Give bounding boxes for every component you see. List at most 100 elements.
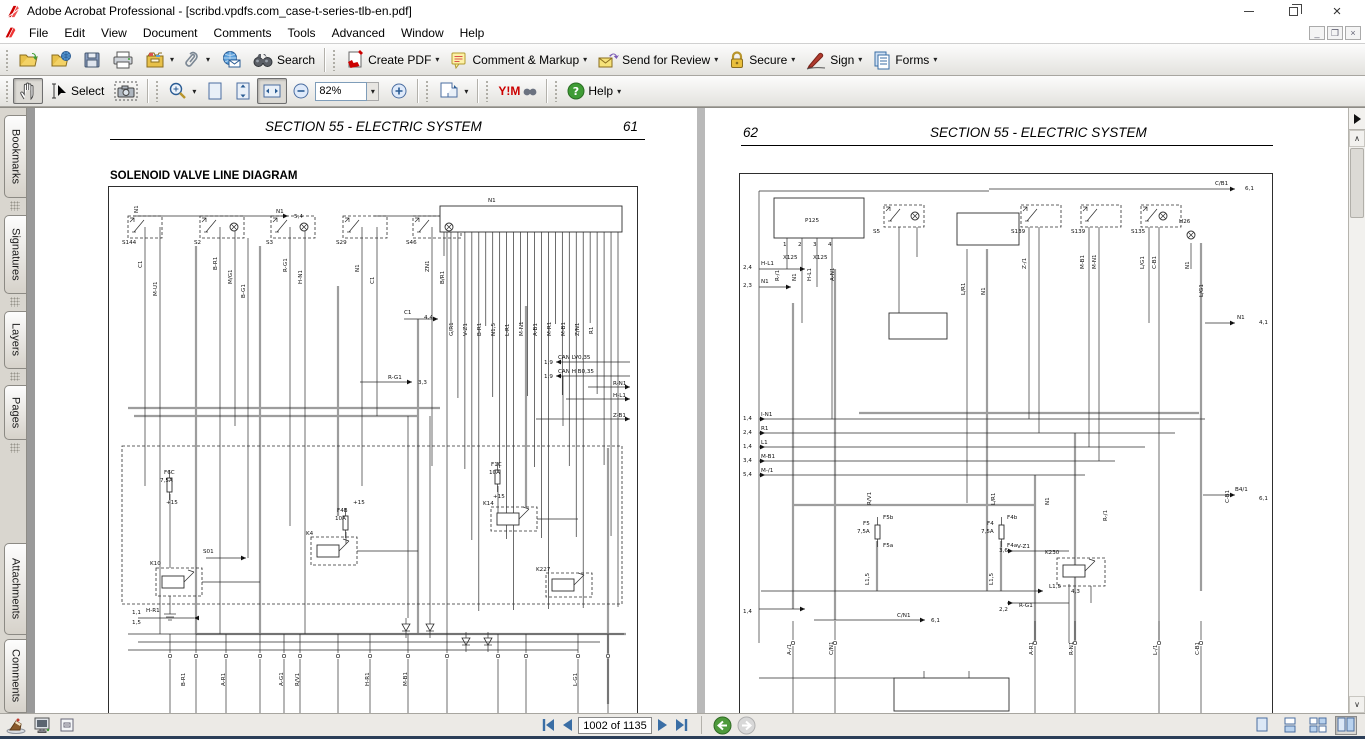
svg-text:K227: K227 bbox=[536, 567, 551, 573]
menu-item-edit[interactable]: Edit bbox=[56, 23, 93, 43]
monitor-icon[interactable] bbox=[32, 716, 52, 734]
comment-markup-icon bbox=[449, 50, 469, 70]
svg-text:4,3: 4,3 bbox=[1071, 589, 1080, 595]
single-page-layout-button[interactable] bbox=[1251, 716, 1273, 735]
minimize-button[interactable] bbox=[1227, 0, 1271, 22]
scroll-thumb[interactable] bbox=[1350, 148, 1364, 218]
restore-button[interactable] bbox=[1271, 0, 1315, 22]
tab-grip[interactable] bbox=[10, 372, 20, 382]
select-tool-button[interactable]: Select bbox=[43, 78, 109, 104]
attach-button[interactable]: ▾ bbox=[179, 47, 215, 73]
zoom-out-button[interactable] bbox=[287, 78, 315, 104]
svg-text:B-R1: B-R1 bbox=[477, 322, 483, 336]
sidebar-tab-bookmarks[interactable]: Bookmarks bbox=[4, 115, 26, 198]
menu-item-window[interactable]: Window bbox=[393, 23, 452, 43]
panel-toggle-button[interactable] bbox=[1349, 108, 1365, 130]
search-button[interactable]: Search bbox=[247, 47, 320, 73]
sign-button[interactable]: Sign▾ bbox=[800, 47, 867, 73]
scroll-down-button[interactable]: ∨ bbox=[1349, 696, 1365, 713]
svg-text:M-/1: M-/1 bbox=[761, 468, 774, 474]
previous-page-button[interactable] bbox=[561, 718, 573, 732]
menu-item-comments[interactable]: Comments bbox=[206, 23, 280, 43]
print-button[interactable] bbox=[107, 47, 139, 73]
sidebar-tab-label: Comments bbox=[10, 643, 22, 708]
next-page-button[interactable] bbox=[657, 718, 669, 732]
secure-button[interactable]: Secure▾ bbox=[723, 47, 800, 73]
svg-text:F4: F4 bbox=[987, 521, 994, 527]
page-number-field[interactable] bbox=[578, 717, 652, 734]
tab-grip[interactable] bbox=[10, 443, 20, 453]
yahoo-search-button[interactable]: Y!M bbox=[493, 78, 542, 104]
toolbar-grip[interactable] bbox=[5, 80, 10, 102]
sidebar-tab-label: Signatures bbox=[10, 222, 22, 287]
toolbar-grip[interactable] bbox=[485, 80, 490, 102]
first-page-button[interactable] bbox=[540, 718, 556, 732]
title-bar: Adobe Acrobat Professional - [scribd.vpd… bbox=[0, 0, 1365, 22]
tab-grip[interactable] bbox=[10, 201, 20, 211]
send-review-button[interactable]: Send for Review▾ bbox=[592, 47, 723, 73]
toolbar-grip[interactable] bbox=[332, 49, 337, 71]
menu-item-document[interactable]: Document bbox=[135, 23, 206, 43]
sidebar-tab-attachments[interactable]: Attachments bbox=[4, 543, 26, 635]
zoom-tool-button[interactable]: ▾ bbox=[163, 78, 201, 104]
sidebar-tab-pages[interactable]: Pages bbox=[4, 385, 26, 439]
page-size-icon[interactable] bbox=[58, 716, 76, 734]
toolbar-grip[interactable] bbox=[155, 80, 160, 102]
actual-size-button[interactable] bbox=[201, 78, 229, 104]
toolbar-grip[interactable] bbox=[554, 80, 559, 102]
organizer-button[interactable]: ▾ bbox=[139, 47, 179, 73]
facing-layout-button[interactable] bbox=[1335, 716, 1357, 735]
last-page-button[interactable] bbox=[674, 718, 690, 732]
fit-height-button[interactable] bbox=[229, 78, 257, 104]
document-view[interactable]: SECTION 55 - ELECTRIC SYSTEM 61 SOLENOID… bbox=[27, 108, 1348, 713]
toolbar-grip[interactable] bbox=[5, 49, 10, 71]
continuous-layout-button[interactable] bbox=[1279, 716, 1301, 735]
view-toolbar: Select ▾ ▾ ▾ Y!M ? Help▾ bbox=[0, 76, 1365, 107]
close-button[interactable]: × bbox=[1315, 0, 1359, 22]
doc-close-button[interactable]: × bbox=[1345, 26, 1361, 40]
menu-item-view[interactable]: View bbox=[93, 23, 135, 43]
doc-minimize-button[interactable]: _ bbox=[1309, 26, 1325, 40]
paperclip-icon bbox=[184, 50, 202, 70]
toolbar-grip[interactable] bbox=[425, 80, 430, 102]
sidebar-tab-layers[interactable]: Layers bbox=[4, 311, 26, 368]
history-back-button[interactable] bbox=[713, 716, 732, 735]
menu-item-file[interactable]: File bbox=[21, 23, 56, 43]
open-web-button[interactable] bbox=[45, 47, 77, 73]
sidebar-tab-comments[interactable]: Comments bbox=[4, 639, 26, 713]
svg-text:S135: S135 bbox=[1131, 229, 1146, 235]
cake-icon[interactable] bbox=[6, 716, 26, 734]
zoom-dropdown-button[interactable]: ▾ bbox=[367, 82, 379, 101]
continuous-facing-layout-button[interactable] bbox=[1307, 716, 1329, 735]
menu-item-help[interactable]: Help bbox=[452, 23, 493, 43]
menu-item-advanced[interactable]: Advanced bbox=[324, 23, 393, 43]
svg-text:S2: S2 bbox=[194, 240, 201, 246]
zoom-value-input[interactable] bbox=[315, 82, 367, 101]
hand-tool-button[interactable] bbox=[13, 78, 43, 104]
help-button[interactable]: ? Help▾ bbox=[562, 78, 626, 104]
doc-restore-button[interactable]: ❐ bbox=[1327, 26, 1343, 40]
svg-text:M-U1: M-U1 bbox=[153, 281, 159, 296]
scroll-track[interactable] bbox=[1349, 219, 1365, 696]
open-button[interactable] bbox=[13, 47, 45, 73]
history-forward-button[interactable] bbox=[737, 716, 756, 735]
scroll-up-button[interactable]: ∧ bbox=[1349, 130, 1365, 147]
save-button[interactable] bbox=[77, 47, 107, 73]
email-button[interactable] bbox=[215, 47, 247, 73]
comment-markup-button[interactable]: Comment & Markup▾ bbox=[444, 47, 592, 73]
svg-text:+15: +15 bbox=[493, 494, 505, 500]
svg-text:F5a: F5a bbox=[883, 543, 893, 549]
svg-text:F5b: F5b bbox=[883, 515, 894, 521]
snapshot-button[interactable] bbox=[109, 78, 143, 104]
create-pdf-label: Create PDF bbox=[368, 53, 431, 67]
sidebar-tab-signatures[interactable]: Signatures bbox=[4, 215, 26, 294]
fit-width-button[interactable] bbox=[257, 78, 287, 104]
tab-grip[interactable] bbox=[10, 297, 20, 307]
zoom-in-button[interactable] bbox=[385, 78, 413, 104]
create-pdf-button[interactable]: Create PDF▾ bbox=[340, 47, 444, 73]
menu-item-tools[interactable]: Tools bbox=[280, 23, 324, 43]
forms-button[interactable]: Forms▾ bbox=[867, 47, 942, 73]
page-layout-button[interactable]: ▾ bbox=[433, 78, 473, 104]
svg-text:A-G1: A-G1 bbox=[279, 672, 285, 686]
page-layout-icon bbox=[438, 81, 460, 101]
